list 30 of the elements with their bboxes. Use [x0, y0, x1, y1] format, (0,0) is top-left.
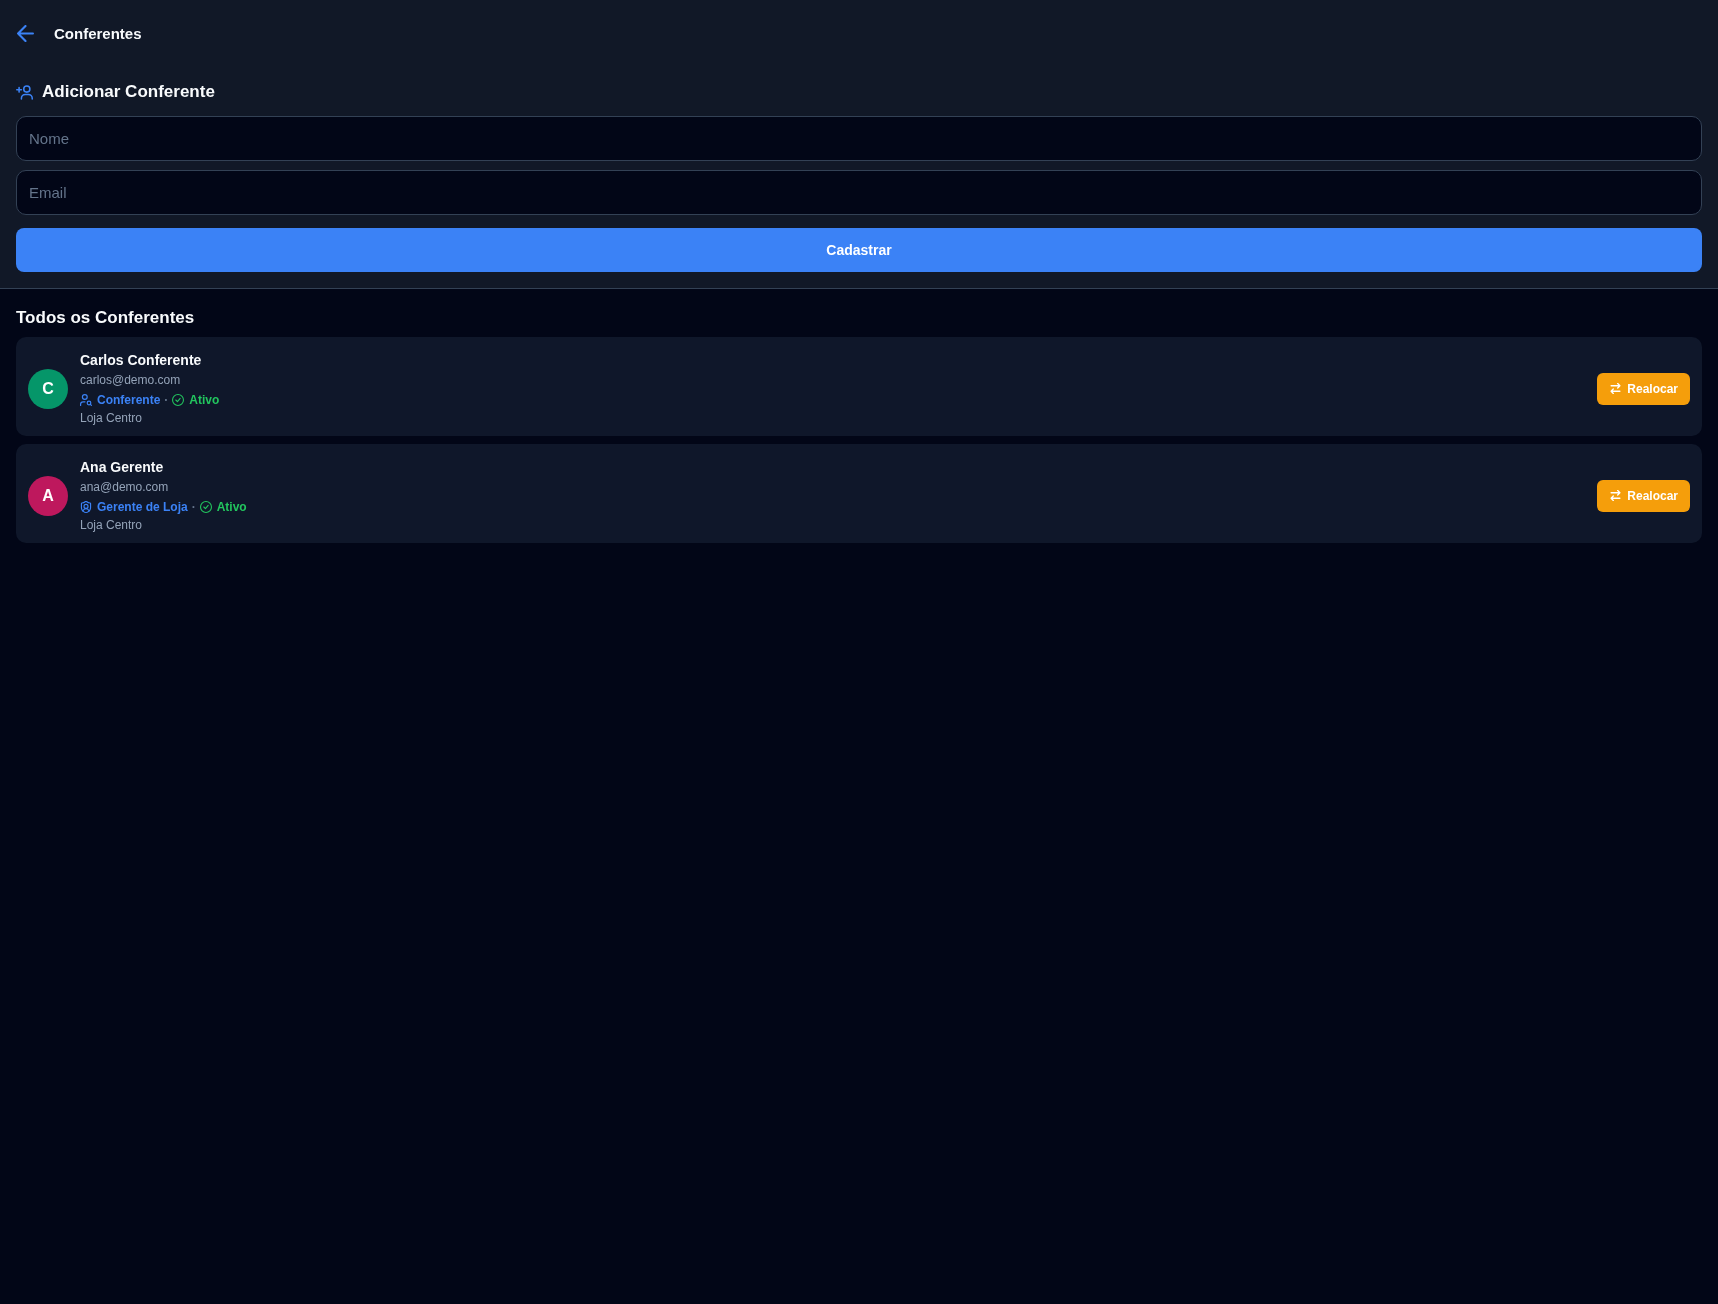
shield-user-icon [80, 500, 92, 513]
user-plus-icon [16, 84, 33, 100]
store-name: Loja Centro [80, 517, 143, 534]
status-label: Ativo [216, 499, 247, 514]
separator-dot: · [191, 499, 196, 514]
avatar: A [28, 475, 68, 516]
avatar: C [28, 368, 68, 409]
page-title: Conferentes [54, 24, 142, 42]
store-name: Loja Centro [80, 410, 143, 427]
input-field[interactable]: Email [16, 170, 1702, 215]
status-label: Ativo [189, 392, 220, 407]
role-label: Gerente de Loja [97, 499, 188, 514]
back-arrow-icon[interactable] [17, 24, 34, 42]
section-title: Todos os Conferentes [16, 307, 195, 329]
user-email: ana@demo.com [80, 479, 169, 496]
user-name: Carlos Conferente [80, 351, 202, 370]
user-name: Ana Gerente [80, 458, 164, 477]
check-circle-icon [172, 393, 185, 406]
swap-arrows-icon [1610, 383, 1622, 394]
user-search-icon [80, 393, 92, 406]
relocate-button[interactable]: Realocar [1597, 479, 1690, 512]
relocate-button[interactable]: Realocar [1597, 372, 1690, 405]
swap-arrows-icon [1610, 490, 1622, 501]
role-label: Conferente [97, 392, 161, 407]
user-email: carlos@demo.com [80, 372, 181, 389]
input-field[interactable]: Nome [16, 116, 1702, 161]
check-circle-icon [199, 500, 212, 513]
submit-button[interactable]: Cadastrar [16, 228, 1702, 272]
separator-dot: · [164, 392, 169, 407]
section-title: Adicionar Conferente [42, 82, 215, 102]
